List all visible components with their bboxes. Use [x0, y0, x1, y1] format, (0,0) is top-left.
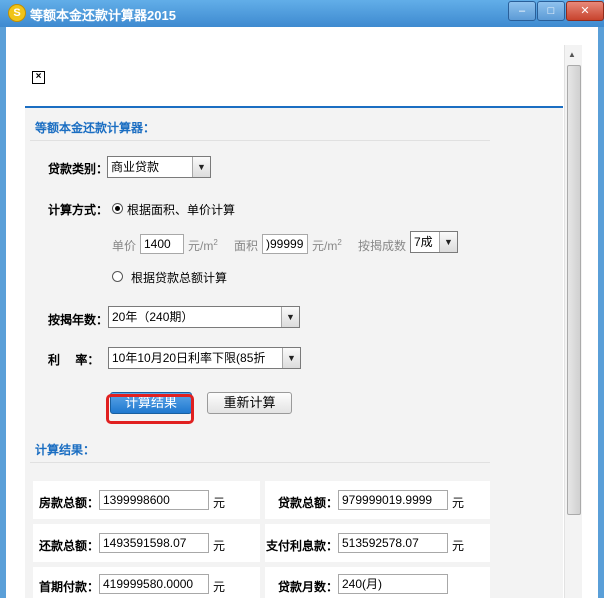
repay-total-unit: 元: [213, 539, 226, 553]
interest-rate-label: 利 率：: [48, 353, 100, 367]
radio-by-area[interactable]: [112, 203, 123, 214]
chevron-down-icon: ▼: [439, 232, 457, 252]
mortgage-years-value: 20年（240期）: [112, 310, 194, 324]
title-bar: S 等额本金还款计算器2015 – □ ✕: [0, 0, 604, 27]
close-button[interactable]: ✕: [566, 1, 604, 21]
unit-price-unit: 元/m2: [188, 238, 218, 253]
house-total-unit: 元: [213, 496, 226, 510]
results-divider: [30, 462, 490, 463]
scroll-up-icon[interactable]: ▲: [568, 50, 576, 59]
down-payment-field[interactable]: 419999580.0000: [99, 574, 209, 594]
loan-total-field[interactable]: 979999019.9999: [338, 490, 448, 510]
chevron-down-icon: ▼: [192, 157, 210, 177]
calculator-heading: 等额本金还款计算器：: [35, 121, 156, 135]
repay-total-field[interactable]: 1493591598.07: [99, 533, 209, 553]
mortgage-years-label: 按揭年数：: [48, 313, 109, 327]
area-label: 面积: [234, 239, 259, 253]
repay-total-label: 还款总额：: [39, 539, 100, 553]
window-title: 等额本金还款计算器2015: [30, 8, 176, 23]
calc-method-label: 计算方式：: [48, 203, 109, 217]
reset-button[interactable]: 重新计算: [207, 392, 292, 414]
area-unit: 元/m2: [312, 238, 342, 253]
loan-months-field[interactable]: 240(月): [338, 574, 448, 594]
scrollbar-thumb[interactable]: [567, 65, 581, 515]
loan-type-value: 商业贷款: [111, 160, 160, 174]
loan-total-label: 贷款总额：: [278, 496, 339, 510]
app-logo-icon: S: [8, 4, 26, 22]
mortgage-ratio-label: 按揭成数: [358, 239, 407, 253]
mortgage-years-select[interactable]: 20年（240期） ▼: [108, 306, 300, 328]
interest-paid-label: 支付利息款：: [266, 539, 339, 553]
minimize-button[interactable]: –: [508, 1, 536, 21]
close-x-checkbox[interactable]: ×: [32, 71, 45, 84]
loan-type-label: 贷款类别：: [48, 162, 109, 176]
radio-by-total-label: 根据贷款总额计算: [131, 271, 228, 285]
mortgage-ratio-value: 7成: [414, 235, 433, 249]
loan-total-unit: 元: [452, 496, 465, 510]
area-input[interactable]: )99999: [262, 234, 308, 254]
maximize-button[interactable]: □: [537, 1, 565, 21]
house-total-label: 房款总额：: [39, 496, 100, 510]
results-heading: 计算结果：: [35, 443, 96, 457]
loan-months-label: 贷款月数：: [278, 580, 339, 594]
chevron-down-icon: ▼: [282, 348, 300, 368]
mortgage-ratio-select[interactable]: 7成 ▼: [410, 231, 458, 253]
chevron-down-icon: ▼: [281, 307, 299, 327]
interest-rate-select[interactable]: 10年10月20日利率下限(85折 ▼: [108, 347, 301, 369]
section-divider: [30, 140, 490, 141]
interest-paid-field[interactable]: 513592578.07: [338, 533, 448, 553]
house-total-field[interactable]: 1399998600: [99, 490, 209, 510]
highlight-annotation: [106, 394, 194, 424]
interest-paid-unit: 元: [452, 539, 465, 553]
unit-price-label: 单价: [112, 239, 137, 253]
down-payment-label: 首期付款：: [39, 580, 100, 594]
radio-by-area-label: 根据面积、单价计算: [127, 203, 236, 217]
unit-price-input[interactable]: 1400: [140, 234, 184, 254]
vertical-scrollbar[interactable]: ▲: [564, 45, 582, 598]
down-payment-unit: 元: [213, 580, 226, 594]
radio-by-total[interactable]: [112, 271, 123, 282]
loan-type-select[interactable]: 商业贷款 ▼: [107, 156, 211, 178]
interest-rate-value: 10年10月20日利率下限(85折: [112, 351, 266, 365]
